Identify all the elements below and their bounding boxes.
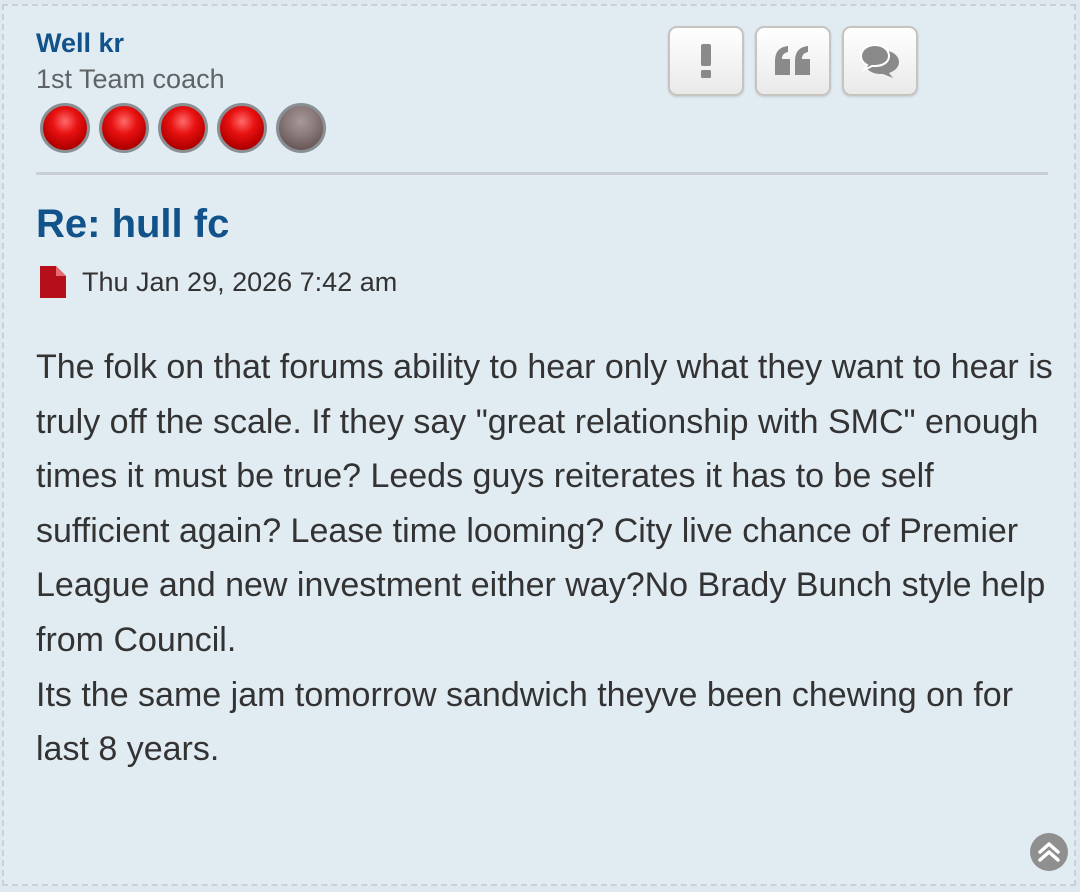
rank-dot-empty-icon xyxy=(276,103,326,153)
post-content: The folk on that forums ability to hear … xyxy=(36,340,1056,777)
post-date: Thu Jan 29, 2026 7:42 am xyxy=(82,266,398,297)
post-divider xyxy=(36,172,1048,175)
rank-dot-icon xyxy=(40,103,90,153)
quote-button[interactable] xyxy=(755,26,831,96)
back-to-top-button[interactable] xyxy=(1030,833,1068,871)
forum-post: Well kr 1st Team coach Re: hull fc Thu J… xyxy=(2,4,1076,886)
post-meta: Thu Jan 29, 2026 7:42 am xyxy=(38,266,397,298)
post-paragraph: Its the same jam tomorrow sandwich theyv… xyxy=(36,675,1014,769)
post-paragraph: The folk on that forums ability to hear … xyxy=(36,348,1053,659)
exclamation-icon xyxy=(701,44,711,78)
post-actions xyxy=(668,26,918,96)
comments-icon xyxy=(859,44,899,78)
post-title[interactable]: Re: hull fc xyxy=(36,202,229,247)
rank-dot-icon xyxy=(158,103,208,153)
author-username[interactable]: Well kr xyxy=(36,28,124,59)
reply-button[interactable] xyxy=(842,26,918,96)
rank-indicator xyxy=(40,103,326,153)
file-icon[interactable] xyxy=(38,266,66,298)
quote-icon xyxy=(775,46,810,75)
rank-dot-icon xyxy=(99,103,149,153)
report-button[interactable] xyxy=(668,26,744,96)
rank-dot-icon xyxy=(217,103,267,153)
author-rank-title: 1st Team coach xyxy=(36,64,225,94)
chevron-up-circle-icon xyxy=(1038,842,1060,862)
